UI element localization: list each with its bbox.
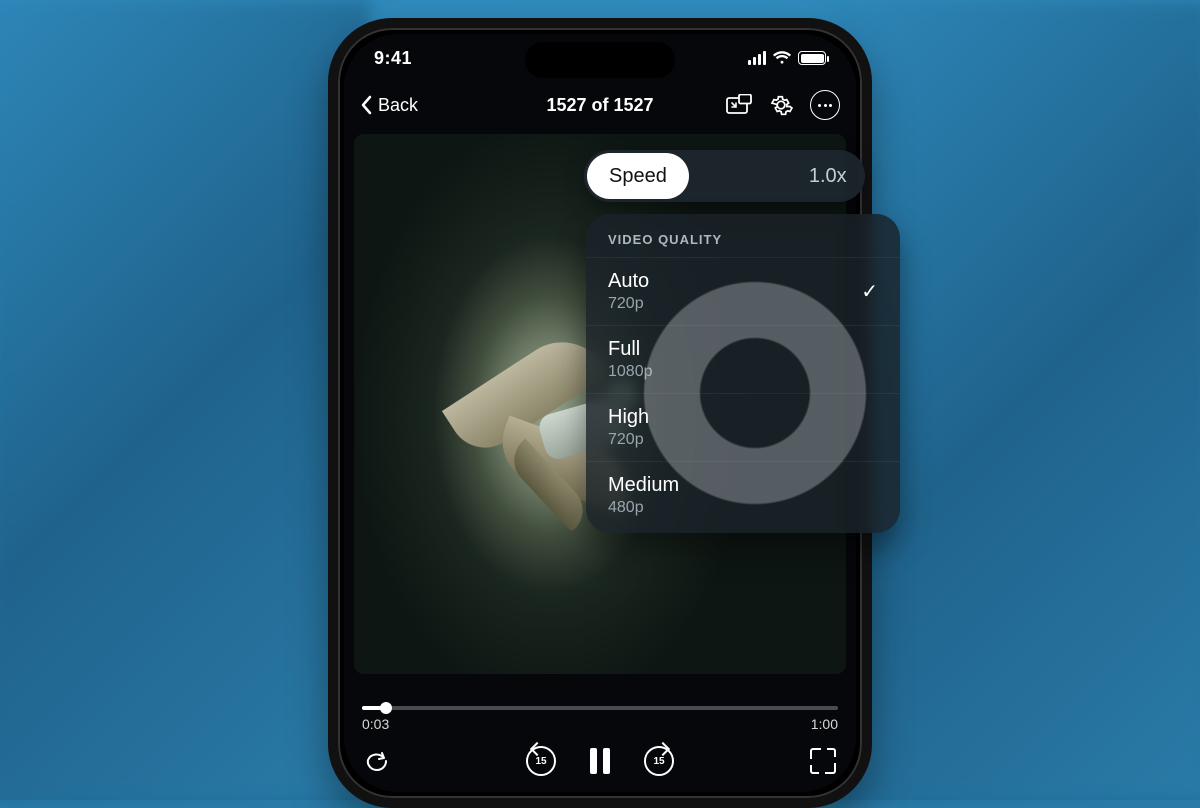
dynamic-island	[525, 42, 675, 78]
status-icons	[748, 51, 826, 65]
quality-option-sub: 480p	[608, 499, 679, 517]
quality-option-name: High	[608, 406, 649, 429]
video-quality-menu: VIDEO QUALITY Auto 720p ✓ Full 1080p Hig…	[586, 214, 900, 533]
quality-option-sub: 720p	[608, 295, 649, 313]
skip-forward-15-button[interactable]: 15	[644, 746, 674, 776]
quality-option-name: Full	[608, 338, 653, 361]
fullscreen-icon	[827, 748, 836, 757]
elapsed-time: 0:03	[362, 716, 389, 732]
gear-icon	[768, 92, 794, 118]
total-time: 1:00	[811, 716, 838, 732]
page-title: 1527 of 1527	[546, 95, 653, 116]
skip-back-label: 15	[535, 756, 546, 767]
playback-controls: 0:03 1:00 15	[362, 706, 838, 776]
share-icon	[364, 748, 390, 774]
quality-option-full[interactable]: Full 1080p	[586, 325, 900, 393]
pause-button[interactable]	[590, 748, 610, 774]
battery-icon	[798, 51, 826, 65]
quality-option-sub: 1080p	[608, 363, 653, 381]
picture-in-picture-button[interactable]	[726, 92, 752, 118]
status-time: 9:41	[374, 48, 412, 69]
quality-option-auto[interactable]: Auto 720p ✓	[586, 257, 900, 325]
wifi-icon	[773, 51, 791, 65]
progress-thumb[interactable]	[380, 702, 392, 714]
skip-back-15-button[interactable]: 15	[526, 746, 556, 776]
quality-option-high[interactable]: High 720p	[586, 393, 900, 461]
background-blur-left	[0, 0, 370, 800]
checkmark-icon: ✓	[861, 279, 878, 304]
back-button[interactable]: Back	[360, 95, 418, 116]
quality-option-name: Medium	[608, 474, 679, 497]
speed-label-chip[interactable]: Speed	[587, 153, 689, 199]
skip-forward-label: 15	[653, 756, 664, 767]
nav-bar: Back 1527 of 1527	[344, 82, 856, 128]
back-label: Back	[378, 95, 418, 116]
more-button[interactable]	[810, 90, 840, 120]
pip-icon	[726, 94, 752, 116]
quality-option-name: Auto	[608, 270, 649, 293]
quality-option-sub: 720p	[608, 431, 649, 449]
progress-bar[interactable]	[362, 706, 838, 710]
share-button[interactable]	[364, 748, 390, 774]
chevron-left-icon	[360, 95, 372, 115]
speed-control[interactable]: Speed 1.0x	[584, 150, 865, 202]
pause-icon	[590, 748, 597, 774]
speed-value: 1.0x	[809, 165, 847, 188]
fullscreen-button[interactable]	[810, 748, 836, 774]
background: 9:41 Back 1527 of 1527	[0, 0, 1200, 800]
video-quality-header: VIDEO QUALITY	[586, 230, 900, 257]
more-icon	[818, 104, 821, 107]
quality-option-medium[interactable]: Medium 480p	[586, 461, 900, 529]
cellular-icon	[748, 51, 766, 65]
settings-button[interactable]	[768, 92, 794, 118]
